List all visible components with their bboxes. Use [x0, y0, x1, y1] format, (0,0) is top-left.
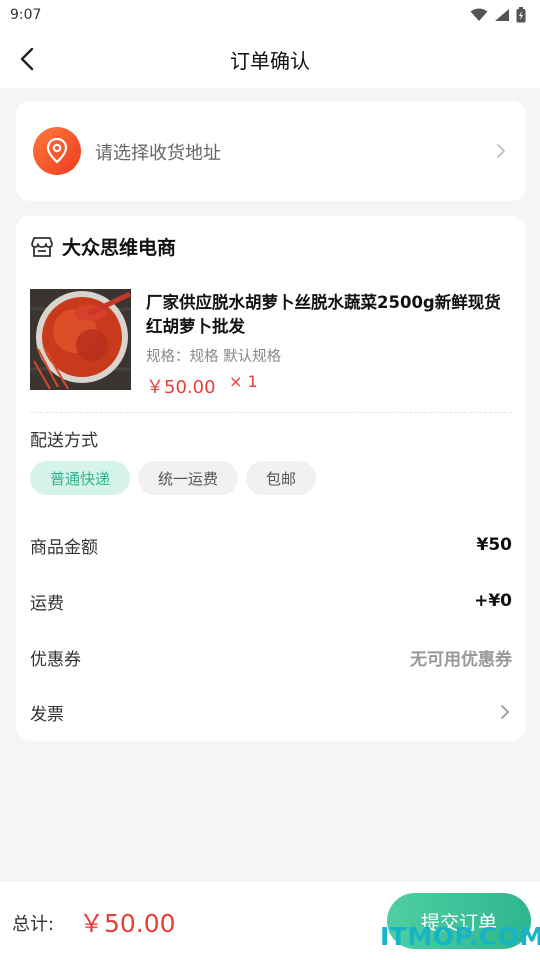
- location-pin-icon: [33, 127, 81, 175]
- battery-icon: [516, 7, 526, 23]
- product-image[interactable]: [30, 289, 131, 390]
- watermark: ITMOP.COM: [380, 922, 540, 951]
- nav-bar: 订单确认: [0, 30, 540, 88]
- freight-value: +¥0: [474, 591, 512, 611]
- divider: [30, 412, 512, 413]
- freight-row: 运费 +¥0: [30, 586, 512, 616]
- shop-name: 大众思维电商: [62, 237, 177, 259]
- address-placeholder: 请选择收货地址: [95, 143, 221, 164]
- order-card: 大众思维电商 厂家供应脱水胡萝卜丝脱水蔬菜2500g新鲜现货红胡萝卜批发 规格：…: [16, 216, 526, 741]
- address-selector[interactable]: 请选择收货地址: [16, 101, 526, 201]
- status-icons: [470, 7, 526, 23]
- page-title: 订单确认: [230, 48, 310, 73]
- product-title[interactable]: 厂家供应脱水胡萝卜丝脱水蔬菜2500g新鲜现货红胡萝卜批发: [146, 291, 516, 339]
- product-quantity: × 1: [229, 372, 258, 391]
- coupon-value: 无可用优惠券: [410, 649, 512, 670]
- invoice-row[interactable]: 发票: [30, 697, 512, 727]
- shipping-option-standard[interactable]: 普通快递: [30, 461, 131, 495]
- coupon-label: 优惠券: [30, 649, 81, 670]
- shipping-option-free[interactable]: 包邮: [246, 461, 317, 495]
- shipping-label: 配送方式: [30, 431, 98, 451]
- goods-amount-label: 商品金额: [30, 537, 98, 558]
- invoice-label: 发票: [30, 704, 64, 725]
- signal-icon: [495, 9, 509, 21]
- store-icon: [31, 236, 53, 257]
- goods-amount-row: 商品金额 ¥50: [30, 530, 512, 560]
- total-value: ￥50.00: [79, 909, 176, 938]
- freight-label: 运费: [30, 593, 64, 614]
- wifi-icon: [470, 8, 488, 21]
- chevron-right-icon: [501, 705, 509, 719]
- coupon-row[interactable]: 优惠券 无可用优惠券: [30, 642, 512, 672]
- chevron-left-icon[interactable]: [14, 44, 44, 74]
- total-label: 总计:: [12, 914, 55, 935]
- product-price: ￥50.00: [146, 377, 216, 398]
- shop-header: 大众思维电商: [30, 233, 176, 260]
- shipping-option-flat-rate[interactable]: 统一运费: [138, 461, 239, 495]
- shipping-options: 普通快递 统一运费 包邮: [30, 461, 317, 495]
- chevron-right-icon: [497, 144, 505, 158]
- status-bar: 9:07: [0, 0, 540, 30]
- goods-amount-value: ¥50: [476, 535, 513, 555]
- status-time: 9:07: [10, 7, 42, 23]
- product-spec: 规格：规格 默认规格: [146, 349, 282, 365]
